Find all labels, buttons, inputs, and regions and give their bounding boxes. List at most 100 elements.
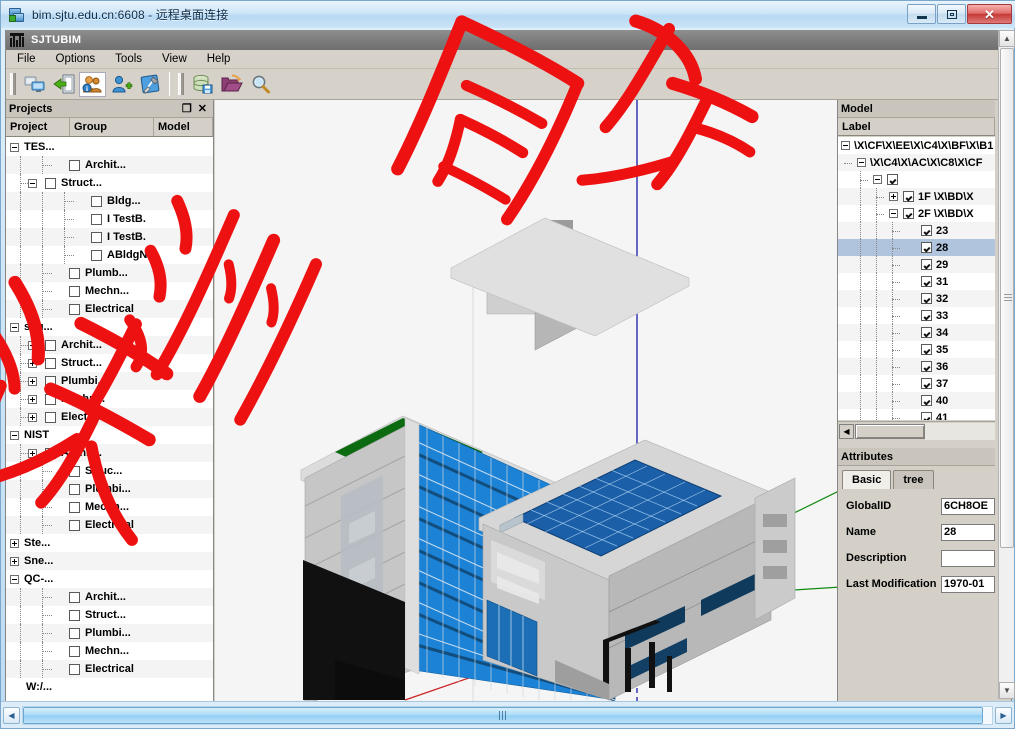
collapse-icon[interactable] xyxy=(10,143,19,152)
attribute-value-field[interactable]: 1970-01 xyxy=(941,576,995,593)
collapse-icon[interactable] xyxy=(10,323,19,332)
checkbox[interactable] xyxy=(69,646,80,657)
column-project[interactable]: Project xyxy=(6,118,70,136)
rdp-scroll-up-arrow[interactable]: ▲ xyxy=(999,30,1015,47)
checkbox[interactable] xyxy=(45,394,56,405)
expand-icon[interactable] xyxy=(28,341,37,350)
menu-help[interactable]: Help xyxy=(198,51,240,67)
projects-tree-row[interactable]: Plumbi... xyxy=(6,624,213,642)
column-model[interactable]: Model xyxy=(154,118,213,136)
projects-tree-row[interactable]: Struct... xyxy=(6,606,213,624)
menu-file[interactable]: File xyxy=(8,51,45,67)
attribute-value-field[interactable] xyxy=(941,550,995,567)
checkbox[interactable] xyxy=(921,293,932,304)
projects-tree-row[interactable]: Mechn... xyxy=(6,282,213,300)
3d-model-viewport[interactable] xyxy=(215,100,838,701)
expand-icon[interactable] xyxy=(28,413,37,422)
attribute-value-field[interactable]: 6CH8OE xyxy=(941,498,995,515)
checkbox[interactable] xyxy=(69,484,80,495)
add-user-icon[interactable] xyxy=(108,72,135,97)
scroll-left-arrow[interactable]: ◀ xyxy=(839,424,854,439)
projects-tree-row[interactable]: Ste... xyxy=(6,534,213,552)
checkbox[interactable] xyxy=(91,214,102,225)
float-panel-icon[interactable]: ❐ xyxy=(182,102,192,115)
collapse-icon[interactable] xyxy=(873,175,882,184)
checkbox[interactable] xyxy=(921,276,932,287)
model-tree-row[interactable]: 31 xyxy=(838,273,995,290)
folder-open-icon[interactable] xyxy=(218,72,245,97)
checkbox[interactable] xyxy=(69,592,80,603)
checkbox[interactable] xyxy=(921,327,932,338)
database-save-icon[interactable] xyxy=(189,72,216,97)
maximize-button[interactable] xyxy=(937,4,966,24)
projects-tree-row[interactable]: Archit... xyxy=(6,444,213,462)
checkbox[interactable] xyxy=(69,304,80,315)
model-tree-row[interactable]: 36 xyxy=(838,358,995,375)
checkbox[interactable] xyxy=(921,361,932,372)
projects-tree-row[interactable]: I TestB. xyxy=(6,228,213,246)
checkbox[interactable] xyxy=(91,196,102,207)
menu-tools[interactable]: Tools xyxy=(106,51,151,67)
checkbox[interactable] xyxy=(921,310,932,321)
checkbox[interactable] xyxy=(921,412,932,420)
projects-tree-row[interactable]: Archit... xyxy=(6,336,213,354)
model-tree-row[interactable]: 34 xyxy=(838,324,995,341)
model-tree-row[interactable]: 33 xyxy=(838,307,995,324)
projects-tree-row[interactable]: Sne... xyxy=(6,552,213,570)
users-info-icon[interactable]: i xyxy=(79,72,106,97)
projects-tree-row[interactable]: Struct... xyxy=(6,354,213,372)
checkbox[interactable] xyxy=(69,160,80,171)
open-door-icon[interactable] xyxy=(50,72,77,97)
projects-tree-row[interactable]: Struc... xyxy=(6,462,213,480)
checkbox[interactable] xyxy=(921,378,932,389)
model-tree-row[interactable] xyxy=(838,171,995,188)
expand-icon[interactable] xyxy=(10,539,19,548)
projects-tree-row[interactable]: Mechn... xyxy=(6,498,213,516)
rdp-vertical-scroll-thumb[interactable] xyxy=(1000,48,1014,548)
rdp-vertical-scrollbar[interactable]: ▲ ▼ xyxy=(998,30,1014,699)
checkbox[interactable] xyxy=(921,259,932,270)
expand-icon[interactable] xyxy=(10,557,19,566)
model-tree-row[interactable]: 37 xyxy=(838,375,995,392)
rdp-scroll-left-arrow[interactable]: ◀ xyxy=(3,707,20,724)
projects-tree-row[interactable]: Plumb... xyxy=(6,264,213,282)
rdp-horizontal-scrollbar[interactable]: ◀ ▶ xyxy=(1,701,1014,728)
checkbox[interactable] xyxy=(45,376,56,387)
collapse-icon[interactable] xyxy=(10,431,19,440)
expand-icon[interactable] xyxy=(28,449,37,458)
collapse-icon[interactable] xyxy=(28,179,37,188)
projects-tree-row[interactable]: Electrical xyxy=(6,660,213,678)
checkbox[interactable] xyxy=(921,242,932,253)
projects-tree-row[interactable]: Plumbi... xyxy=(6,372,213,390)
search-icon[interactable] xyxy=(247,72,274,97)
toolbar-grip-2[interactable] xyxy=(178,73,184,95)
minimize-button[interactable] xyxy=(907,4,936,24)
projects-tree-row[interactable]: TES... xyxy=(6,138,213,156)
model-tree-row[interactable]: \X\CF\X\EE\X\C4\X\BF\X\B1 xyxy=(838,137,995,154)
projects-tree-row[interactable]: Electrical xyxy=(6,300,213,318)
model-tree-row[interactable]: 32 xyxy=(838,290,995,307)
tools-icon[interactable] xyxy=(137,72,164,97)
checkbox[interactable] xyxy=(69,268,80,279)
attribute-value-field[interactable]: 28 xyxy=(941,524,995,541)
collapse-icon[interactable] xyxy=(857,158,866,167)
projects-tree-row[interactable]: Archit... xyxy=(6,156,213,174)
rdp-horizontal-track[interactable] xyxy=(22,706,993,725)
checkbox[interactable] xyxy=(69,628,80,639)
checkbox[interactable] xyxy=(45,358,56,369)
checkbox[interactable] xyxy=(45,412,56,423)
model-horizontal-scrollbar[interactable]: ◀ xyxy=(838,421,995,440)
projects-tree-row[interactable]: Electrical xyxy=(6,516,213,534)
scroll-thumb[interactable] xyxy=(855,424,925,439)
menu-view[interactable]: View xyxy=(153,51,196,67)
projects-tree-row[interactable]: Mechn... xyxy=(6,390,213,408)
projects-tree-row[interactable]: Plumbi... xyxy=(6,480,213,498)
checkbox[interactable] xyxy=(45,340,56,351)
connect-icon[interactable] xyxy=(21,72,48,97)
projects-tree-row[interactable]: Mechn... xyxy=(6,642,213,660)
projects-tree-row[interactable]: Bldg... xyxy=(6,192,213,210)
projects-tree-row[interactable]: ABldgN xyxy=(6,246,213,264)
scroll-track[interactable] xyxy=(925,423,995,440)
close-panel-icon[interactable]: ✕ xyxy=(198,102,207,115)
projects-tree-row[interactable]: QC-... xyxy=(6,570,213,588)
